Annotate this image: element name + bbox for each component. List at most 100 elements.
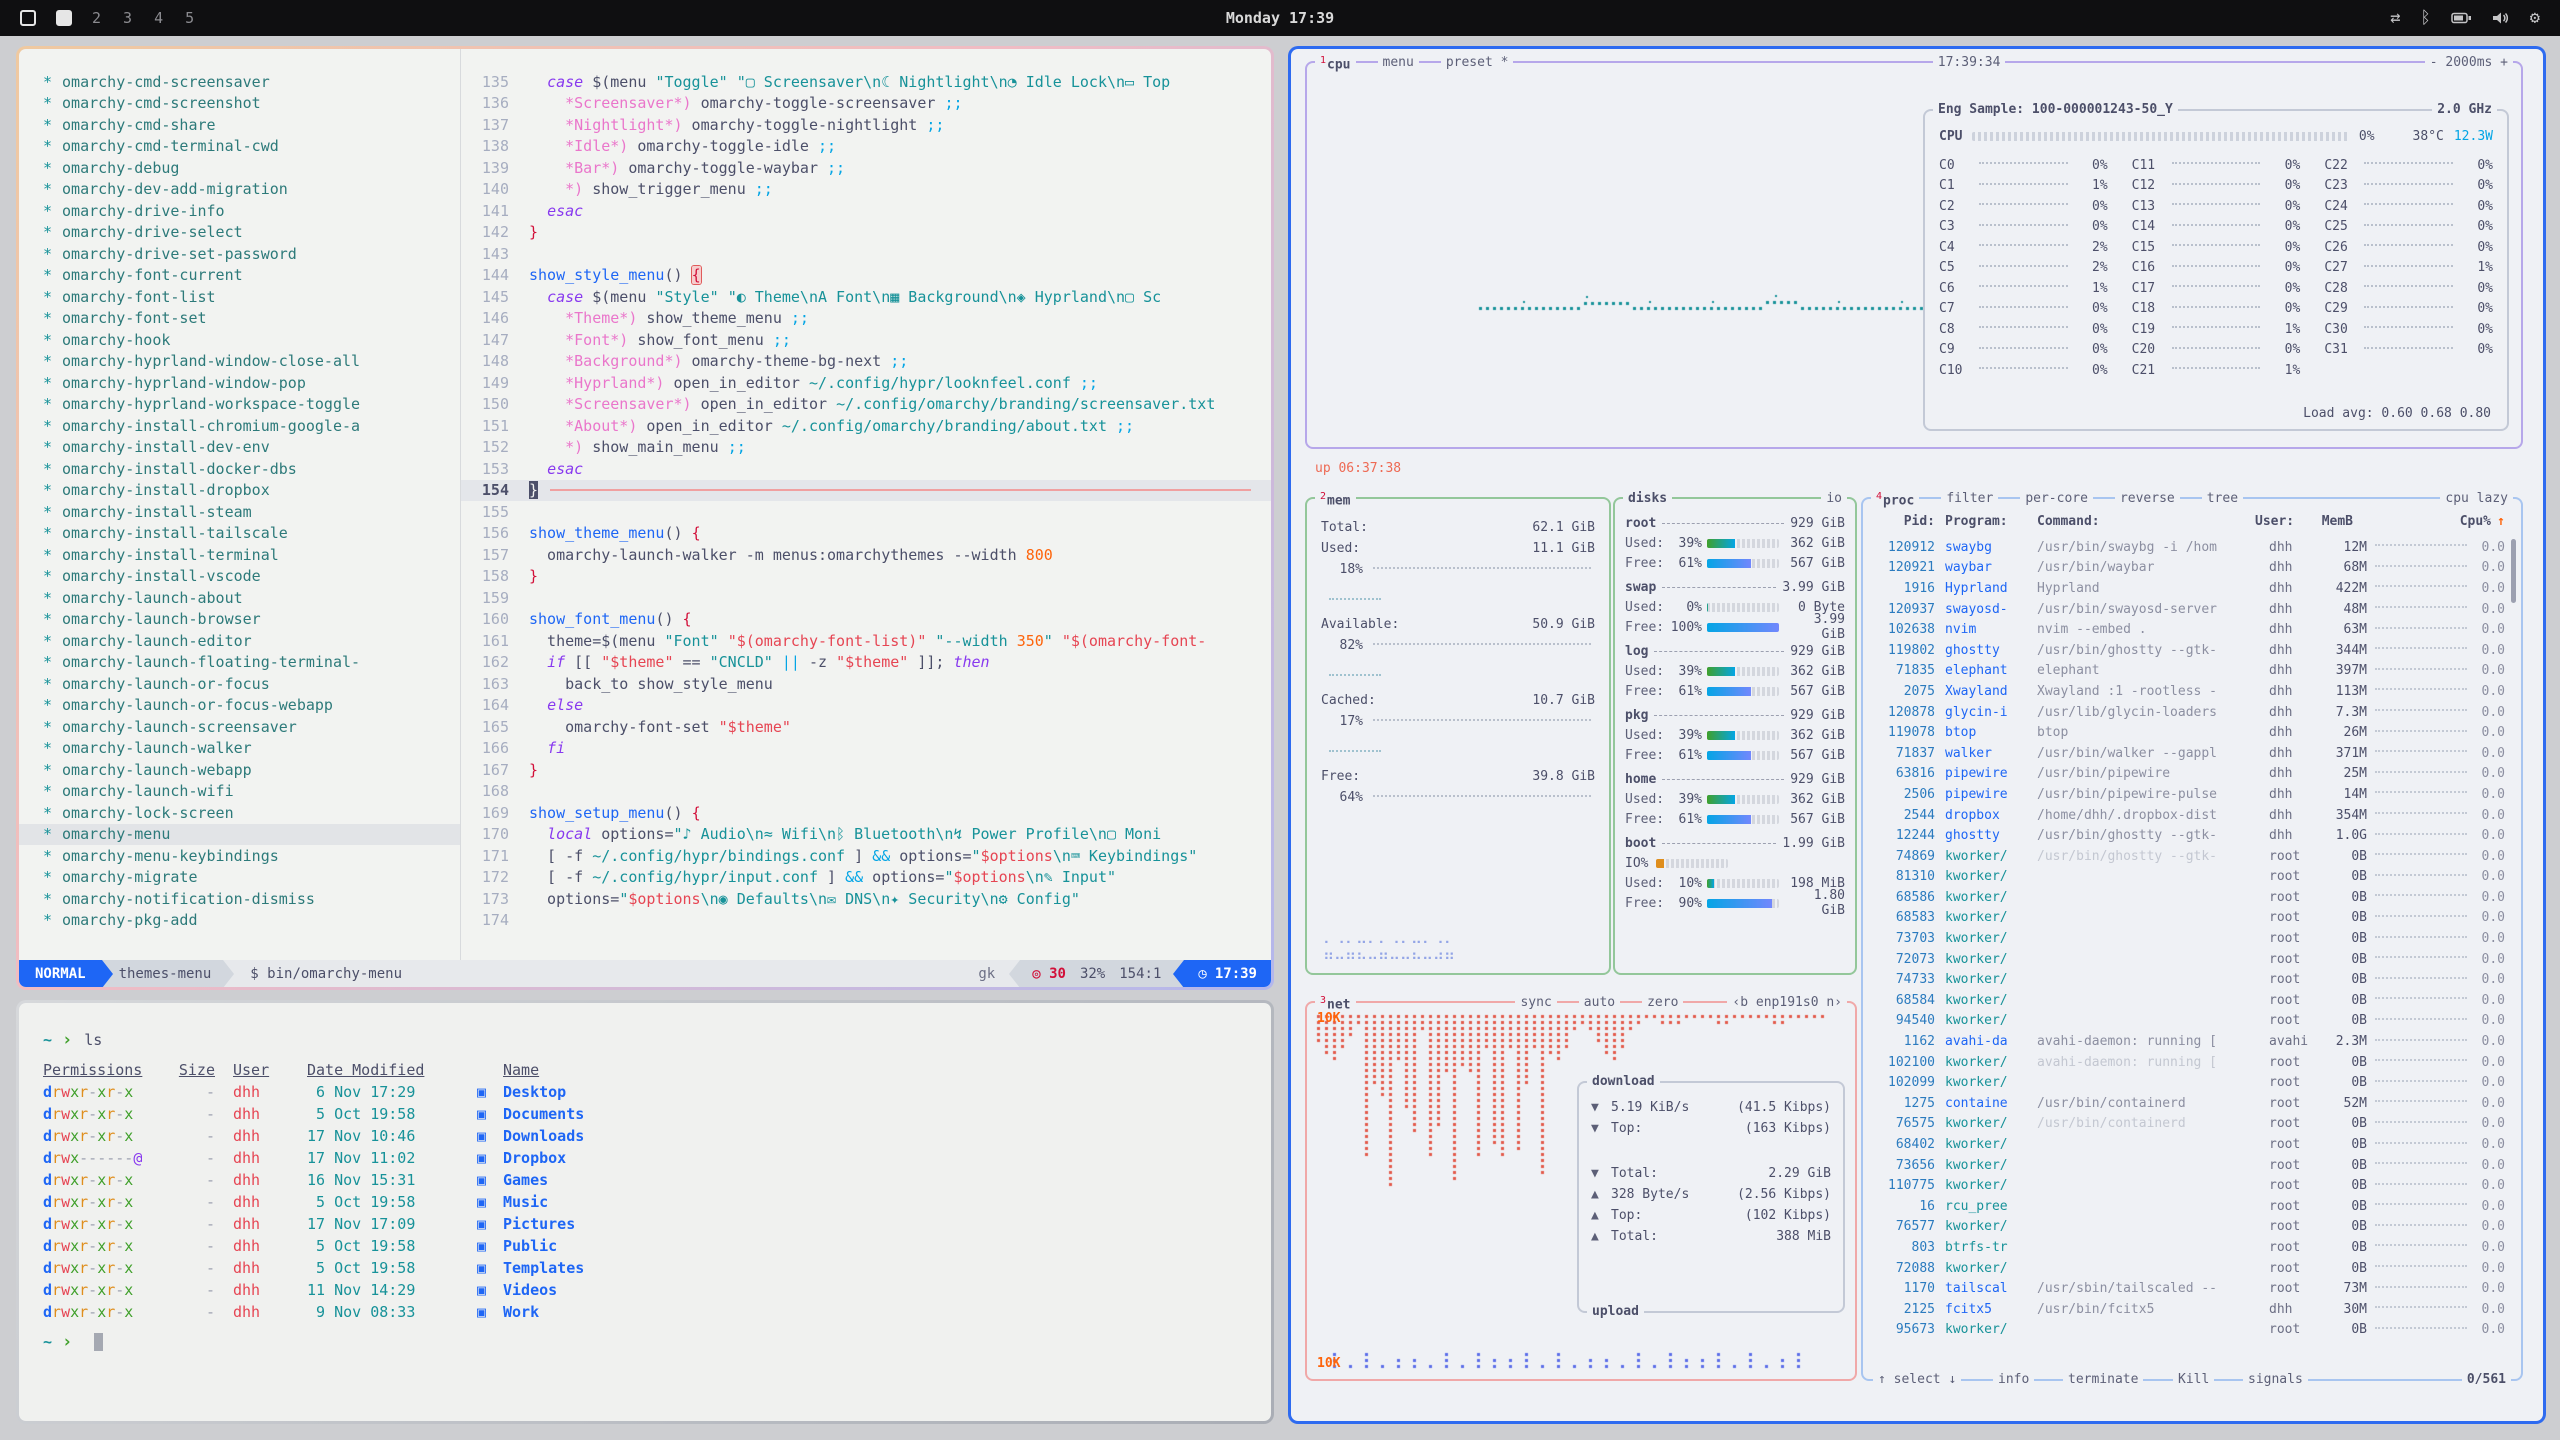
- workspace-number[interactable]: 5: [185, 9, 194, 27]
- proc-sort-selector[interactable]: cpu lazy: [2440, 489, 2513, 509]
- code-line[interactable]: 168: [461, 781, 1271, 803]
- pid-column-header[interactable]: Pid:: [1877, 514, 1935, 529]
- menu-button[interactable]: menu: [1378, 53, 1419, 73]
- prompt-line[interactable]: ~ ›: [43, 1331, 1271, 1353]
- process-row[interactable]: 73656 kworker/ root 0B 0.0: [1877, 1155, 2505, 1176]
- code-line[interactable]: 139 *Bar*) omarchy-toggle-waybar ;;: [461, 157, 1271, 179]
- process-row[interactable]: 120912 swaybg /usr/bin/swaybg -i /hom dh…: [1877, 537, 2505, 558]
- process-row[interactable]: 110775 kworker/ root 0B 0.0: [1877, 1175, 2505, 1196]
- proc-option-button[interactable]: per-core: [2020, 489, 2093, 509]
- user-column-header[interactable]: User:: [2255, 514, 2307, 529]
- file-list-item[interactable]: * omarchy-hyprland-window-pop: [19, 372, 460, 394]
- program-column-header[interactable]: Program:: [1935, 514, 2037, 529]
- process-row[interactable]: 68402 kworker/ root 0B 0.0: [1877, 1134, 2505, 1155]
- process-row[interactable]: 119078 btop btop dhh 26M 0.0: [1877, 722, 2505, 743]
- file-list-item[interactable]: * omarchy-menu-keybindings: [19, 845, 460, 867]
- file-list-item[interactable]: * omarchy-install-dev-env: [19, 437, 460, 459]
- code-line[interactable]: 152 *) show_main_menu ;;: [461, 437, 1271, 459]
- process-row[interactable]: 2506 pipewire /usr/bin/pipewire-pulse dh…: [1877, 784, 2505, 805]
- process-row[interactable]: 73703 kworker/ root 0B 0.0: [1877, 928, 2505, 949]
- process-row[interactable]: 2544 dropbox /home/dhh/.dropbox-dist dhh…: [1877, 805, 2505, 826]
- code-line[interactable]: 141 esac: [461, 200, 1271, 222]
- info-button[interactable]: info: [1993, 1370, 2034, 1390]
- file-list-item[interactable]: * omarchy-debug: [19, 157, 460, 179]
- file-list-item[interactable]: * omarchy-launch-wifi: [19, 781, 460, 803]
- file-list-item[interactable]: * omarchy-cmd-terminal-cwd: [19, 136, 460, 158]
- kill-button[interactable]: Kill: [2173, 1370, 2214, 1390]
- process-row[interactable]: 94540 kworker/ root 0B 0.0: [1877, 1011, 2505, 1032]
- refresh-interval-control[interactable]: - 2000ms +: [2425, 53, 2513, 73]
- code-line[interactable]: 145 case $(menu "Style" "◐ Theme\nA Font…: [461, 286, 1271, 308]
- file-list-item[interactable]: * omarchy-drive-set-password: [19, 243, 460, 265]
- process-row[interactable]: 76577 kworker/ root 0B 0.0: [1877, 1217, 2505, 1238]
- file-list-item[interactable]: * omarchy-notification-dismiss: [19, 888, 460, 910]
- file-list-item[interactable]: * omarchy-launch-floating-terminal-: [19, 652, 460, 674]
- file-list-item[interactable]: * omarchy-menu: [19, 824, 460, 846]
- preset-button[interactable]: preset *: [1441, 53, 1514, 73]
- process-row[interactable]: 76575 kworker/ /usr/bin/containerd root …: [1877, 1114, 2505, 1135]
- process-row[interactable]: 63816 pipewire /usr/bin/pipewire dhh 25M…: [1877, 764, 2505, 785]
- io-mode-button[interactable]: io: [1821, 489, 1847, 509]
- proc-option-button[interactable]: reverse: [2115, 489, 2180, 509]
- file-list-item[interactable]: * omarchy-launch-webapp: [19, 759, 460, 781]
- cpu-column-header[interactable]: Cpu%: [2459, 514, 2491, 529]
- process-row[interactable]: 120937 swayosd- /usr/bin/swayosd-server …: [1877, 599, 2505, 620]
- process-row[interactable]: 71837 walker /usr/bin/walker --gappl dhh…: [1877, 743, 2505, 764]
- code-line[interactable]: 164 else: [461, 695, 1271, 717]
- file-list-item[interactable]: * omarchy-font-set: [19, 308, 460, 330]
- process-row[interactable]: 1275 containe /usr/bin/containerd root 5…: [1877, 1093, 2505, 1114]
- process-row[interactable]: 95673 kworker/ root 0B 0.0: [1877, 1320, 2505, 1341]
- proc-scrollbar[interactable]: [2511, 539, 2516, 603]
- file-list-item[interactable]: * omarchy-drive-select: [19, 222, 460, 244]
- process-row[interactable]: 1170 tailscal /usr/sbin/tailscaled -- ro…: [1877, 1278, 2505, 1299]
- process-row[interactable]: 12244 ghostty /usr/bin/ghostty --gtk- dh…: [1877, 825, 2505, 846]
- file-list-item[interactable]: * omarchy-drive-info: [19, 200, 460, 222]
- file-list-item[interactable]: * omarchy-install-chromium-google-a: [19, 415, 460, 437]
- code-line[interactable]: 154 }: [461, 480, 1271, 502]
- volume-icon[interactable]: [2492, 11, 2510, 25]
- code-line[interactable]: 163 back_to show_style_menu: [461, 673, 1271, 695]
- signals-button[interactable]: signals: [2243, 1370, 2308, 1390]
- process-row[interactable]: 102100 kworker/ avahi-daemon: running [ …: [1877, 1052, 2505, 1073]
- workspace-number[interactable]: 4: [154, 9, 163, 27]
- code-line[interactable]: 173 options="$options\n◉ Defaults\n✉ DNS…: [461, 888, 1271, 910]
- process-row[interactable]: 74733 kworker/ root 0B 0.0: [1877, 969, 2505, 990]
- code-line[interactable]: 153 esac: [461, 458, 1271, 480]
- proc-option-button[interactable]: filter: [1941, 489, 1998, 509]
- select-hint[interactable]: ↑ select ↓: [1873, 1370, 1961, 1390]
- process-row[interactable]: 119802 ghostty /usr/bin/ghostty --gtk- d…: [1877, 640, 2505, 661]
- command-column-header[interactable]: Command:: [2037, 514, 2255, 529]
- file-list-item[interactable]: * omarchy-font-current: [19, 265, 460, 287]
- code-line[interactable]: 150 *Screensaver*) open_in_editor ~/.con…: [461, 394, 1271, 416]
- process-row[interactable]: 1916 Hyprland Hyprland dhh 422M 0.0: [1877, 578, 2505, 599]
- process-row[interactable]: 2075 Xwayland Xwayland :1 -rootless - dh…: [1877, 681, 2505, 702]
- code-line[interactable]: 140 *) show_trigger_menu ;;: [461, 179, 1271, 201]
- file-list-item[interactable]: * omarchy-hyprland-workspace-toggle: [19, 394, 460, 416]
- file-list-item[interactable]: * omarchy-cmd-screenshot: [19, 93, 460, 115]
- code-line[interactable]: 137 *Nightlight*) omarchy-toggle-nightli…: [461, 114, 1271, 136]
- process-row[interactable]: 68583 kworker/ root 0B 0.0: [1877, 908, 2505, 929]
- code-line[interactable]: 155: [461, 501, 1271, 523]
- file-list-item[interactable]: * omarchy-launch-browser: [19, 609, 460, 631]
- file-list-item[interactable]: * omarchy-hyprland-window-close-all: [19, 351, 460, 373]
- process-row[interactable]: 68586 kworker/ root 0B 0.0: [1877, 887, 2505, 908]
- terminate-button[interactable]: terminate: [2063, 1370, 2143, 1390]
- process-row[interactable]: 72073 kworker/ root 0B 0.0: [1877, 949, 2505, 970]
- process-row[interactable]: 72088 kworker/ root 0B 0.0: [1877, 1258, 2505, 1279]
- process-row[interactable]: 120878 glycin-i /usr/lib/glycin-loaders …: [1877, 702, 2505, 723]
- file-list-item[interactable]: * omarchy-hook: [19, 329, 460, 351]
- code-line[interactable]: 165 omarchy-font-set "$theme": [461, 716, 1271, 738]
- workspace-active-icon[interactable]: [56, 10, 72, 26]
- code-line[interactable]: 142 }: [461, 222, 1271, 244]
- workspace-1-icon[interactable]: [20, 10, 36, 26]
- code-line[interactable]: 159: [461, 587, 1271, 609]
- bluetooth-icon[interactable]: ᛒ: [2421, 8, 2431, 28]
- file-list-item[interactable]: * omarchy-install-steam: [19, 501, 460, 523]
- code-line[interactable]: 174: [461, 910, 1271, 932]
- file-list-item[interactable]: * omarchy-migrate: [19, 867, 460, 889]
- file-list-item[interactable]: * omarchy-cmd-screensaver: [19, 71, 460, 93]
- file-list-item[interactable]: * omarchy-launch-about: [19, 587, 460, 609]
- file-list-item[interactable]: * omarchy-lock-screen: [19, 802, 460, 824]
- workspace-number[interactable]: 2: [92, 9, 101, 27]
- process-row[interactable]: 102638 nvim nvim --embed . dhh 63M 0.0: [1877, 619, 2505, 640]
